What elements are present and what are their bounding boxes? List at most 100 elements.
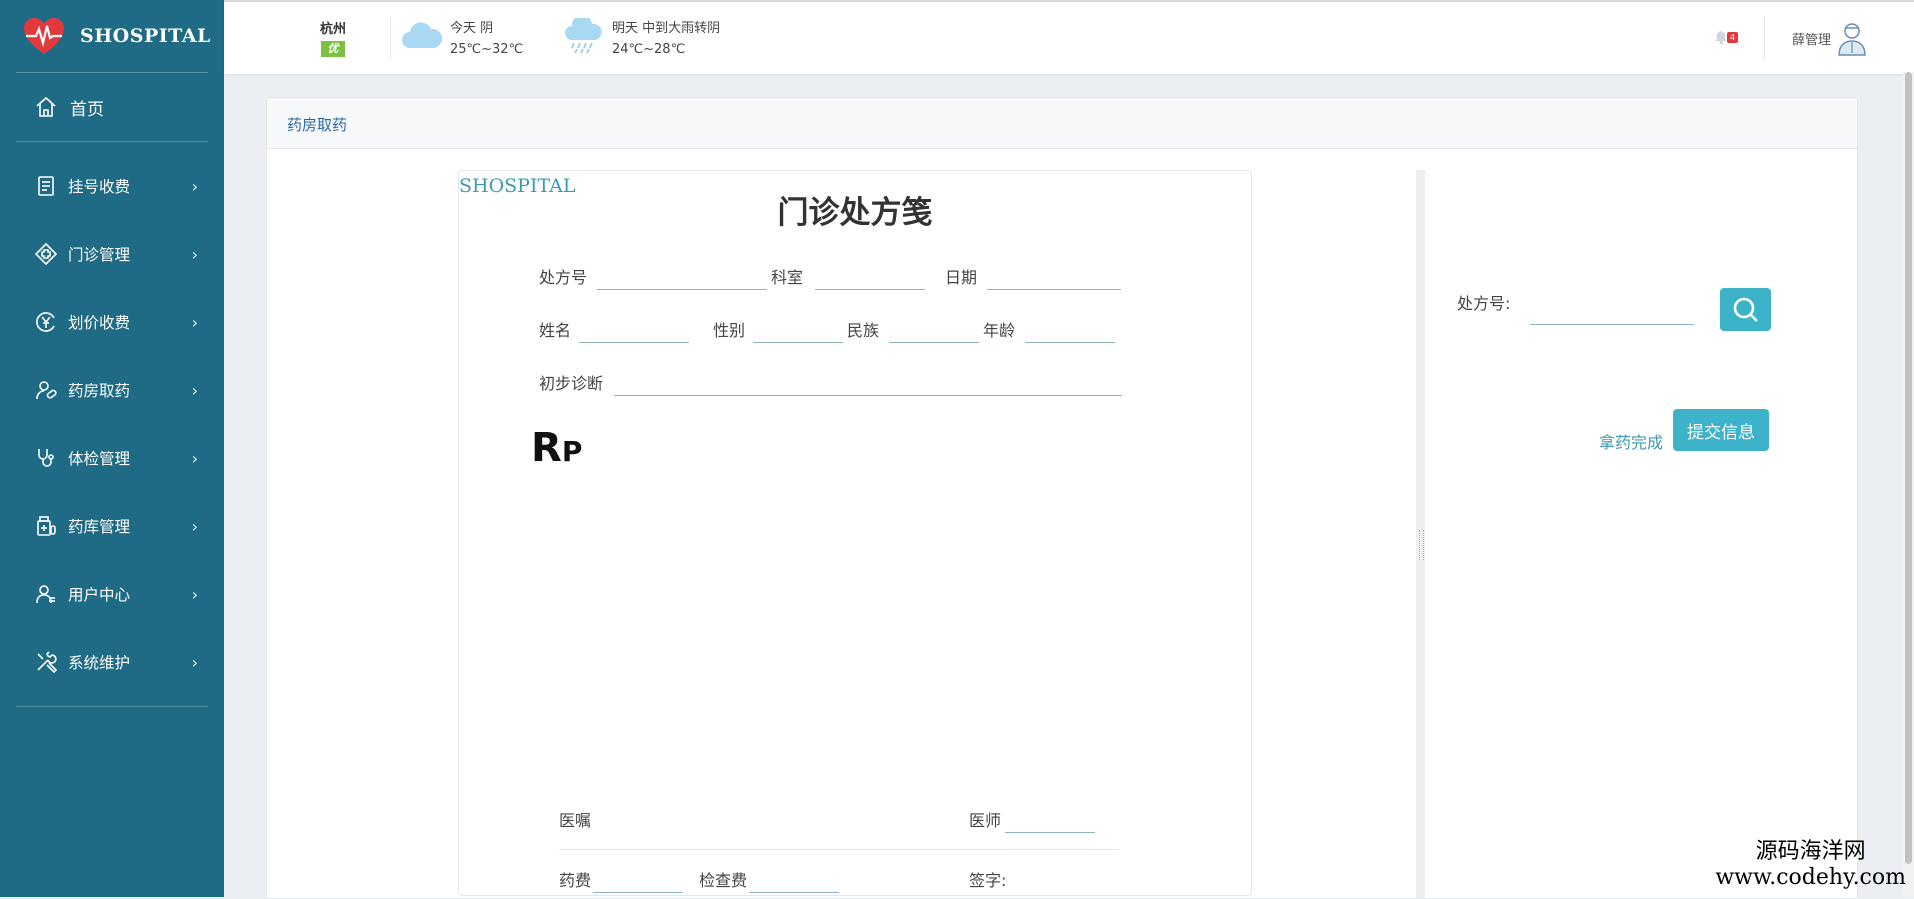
city-widget: 杭州 优 (320, 18, 346, 57)
home-icon (34, 95, 58, 119)
rain-cloud-icon (565, 18, 602, 54)
ethnicity-label: 民族 (847, 321, 880, 340)
exam-fee-field (749, 892, 839, 893)
cloud-icon (402, 22, 443, 48)
sidebar-item-outpatient[interactable]: 门诊管理 › (16, 220, 208, 288)
tools-icon (34, 650, 58, 674)
panel-header: 药房取药 (267, 98, 1857, 149)
sidebar: SHOSPITAL 首页 挂号收费 › 门诊管理 › 划价收费 › 药房取药 › (0, 0, 224, 897)
top-bar: 杭州 优 今天 阴 25℃~32℃ 明天 中到大雨转阴 24℃~28℃ 4 薛管… (224, 0, 1914, 74)
watermark-line-1: 源码海洋网 (1755, 839, 1866, 864)
city-name: 杭州 (320, 22, 347, 37)
search-icon (1733, 297, 1758, 322)
doctor-label: 医师 (969, 811, 1002, 830)
brand-name: SHOSPITAL (80, 25, 211, 47)
age-label: 年龄 (983, 321, 1016, 340)
sidebar-item-home[interactable]: 首页 (16, 72, 208, 142)
divider (1764, 16, 1765, 60)
scrollbar-thumb[interactable] (1905, 72, 1912, 864)
chevron-right-icon: › (191, 584, 198, 604)
weather-tomorrow-label: 明天 中到大雨转阴 (612, 21, 721, 36)
chevron-right-icon: › (191, 448, 198, 468)
chevron-right-icon: › (191, 516, 198, 536)
date-label: 日期 (945, 268, 978, 287)
sidebar-item-pharmacy[interactable]: 药房取药 › (16, 356, 208, 424)
sidebar-item-label: 系统维护 (68, 654, 131, 672)
pickup-done-link[interactable]: 拿药完成 (1599, 429, 1663, 453)
sidebar-menu: 挂号收费 › 门诊管理 › 划价收费 › 药房取药 › 体检管理 › 药库管理 … (16, 142, 208, 707)
name-label: 姓名 (539, 321, 572, 340)
dept-field (815, 289, 925, 290)
advice-label: 医嘱 (559, 811, 592, 830)
date-field (987, 289, 1121, 290)
chevron-right-icon: › (191, 380, 198, 400)
diagnosis-label: 初步诊断 (539, 374, 604, 393)
sidebar-item-maintenance[interactable]: 系统维护 › (16, 628, 208, 696)
gender-field (753, 342, 843, 343)
sidebar-item-pricing[interactable]: 划价收费 › (16, 288, 208, 356)
content-panel: 药房取药 SHOSPITAL 门诊处方笺 处方号 科室 日期 姓名 性别 民族 … (266, 97, 1858, 899)
user-name: 薛管理 (1792, 32, 1832, 48)
user-menu[interactable]: 薛管理 (1792, 20, 1867, 56)
rx-no-label: 处方号 (539, 268, 588, 287)
watermark-line-2: www.codehy.com (1715, 865, 1906, 890)
sidebar-item-label: 划价收费 (68, 314, 131, 332)
weather-tomorrow-temp: 24℃~28℃ (612, 42, 686, 57)
search-button[interactable] (1720, 288, 1771, 331)
sidebar-item-label: 体检管理 (68, 450, 131, 468)
notification-badge: 4 (1727, 32, 1738, 43)
weather-today-temp: 25℃~32℃ (450, 42, 524, 57)
sidebar-item-drug-storage[interactable]: 药库管理 › (16, 492, 208, 560)
user-icon (34, 582, 58, 606)
weather-tomorrow: 明天 中到大雨转阴 24℃~28℃ (562, 18, 720, 60)
submit-button[interactable]: 提交信息 (1673, 409, 1769, 451)
pharmacy-user-icon (34, 378, 58, 402)
sidebar-item-user-center[interactable]: 用户中心 › (16, 560, 208, 628)
divider (559, 849, 1119, 850)
signature-label: 签字: (969, 871, 1007, 890)
rx-search-label: 处方号: (1457, 294, 1511, 313)
air-quality-badge: 优 (321, 41, 345, 57)
name-field (579, 342, 689, 343)
rp-symbol: RP (531, 425, 582, 471)
stethoscope-icon (34, 446, 58, 470)
diagnosis-field (614, 395, 1122, 396)
medicine-bottle-icon (34, 514, 58, 538)
notification-bell[interactable]: 4 (1712, 28, 1738, 48)
receipt-icon (34, 174, 58, 198)
dept-label: 科室 (771, 268, 804, 287)
doctor-field (1005, 832, 1095, 833)
rp-sub: P (561, 435, 583, 468)
rx-search-input[interactable] (1530, 294, 1694, 325)
rx-no-field (597, 289, 767, 290)
chevron-right-icon: › (191, 652, 198, 672)
sidebar-item-label: 门诊管理 (68, 246, 131, 264)
sidebar-item-registration[interactable]: 挂号收费 › (16, 152, 208, 220)
age-field (1025, 342, 1115, 343)
sidebar-item-label: 挂号收费 (68, 178, 131, 196)
exam-fee-label: 检查费 (699, 871, 748, 890)
ethnicity-field (889, 342, 979, 343)
prescription-title: 门诊处方笺 (777, 195, 933, 231)
page-scrollbar[interactable] (1903, 72, 1914, 897)
weather-today-label: 今天 阴 (450, 21, 494, 36)
weather-today: 今天 阴 25℃~32℃ (400, 18, 523, 60)
prescription-sheet: SHOSPITAL 门诊处方笺 处方号 科室 日期 姓名 性别 民族 年龄 初步… (458, 170, 1252, 896)
gender-label: 性别 (713, 321, 746, 340)
yuan-coin-icon (34, 310, 58, 334)
sidebar-item-checkup[interactable]: 体检管理 › (16, 424, 208, 492)
divider (390, 16, 391, 60)
splitter-grip (1419, 530, 1424, 560)
brand: SHOSPITAL (0, 0, 224, 72)
sidebar-item-label: 药库管理 (68, 518, 131, 536)
sidebar-item-label: 首页 (70, 99, 104, 120)
drug-fee-label: 药费 (559, 871, 592, 890)
panel-splitter[interactable] (1416, 170, 1425, 898)
watermark: 源码海洋网 www.codehy.com (1715, 839, 1906, 891)
rp-main: R (531, 425, 562, 471)
chevron-right-icon: › (191, 312, 198, 332)
doctor-avatar-icon (1838, 23, 1866, 56)
panel-title: 药房取药 (287, 116, 348, 134)
chevron-right-icon: › (191, 244, 198, 264)
sidebar-item-label: 药房取药 (68, 382, 131, 400)
